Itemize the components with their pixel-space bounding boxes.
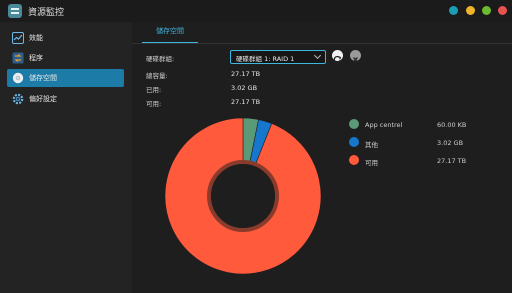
disk-group-select[interactable]: 硬碟群組 1: RAID 1	[230, 50, 326, 64]
refresh-icon	[333, 55, 342, 64]
free-label: 可用:	[146, 100, 162, 108]
storage-disk-icon	[12, 72, 24, 84]
legend-swatch-free	[349, 155, 359, 165]
performance-chart-icon	[12, 32, 24, 44]
teal-window-button[interactable]	[449, 6, 458, 15]
sidebar-item-label: 偏好設定	[29, 95, 57, 103]
main-panel: 儲存空間 硬碟群組: 硬碟群組 1: RAID 1 總容量: 27.17 TB …	[132, 22, 512, 293]
legend-value-other: 3.02 GB	[437, 139, 464, 147]
chevron-down-icon	[313, 51, 322, 60]
process-icon	[12, 52, 24, 64]
sidebar-item-storage[interactable]: 儲存空間	[7, 69, 124, 87]
close-icon	[353, 57, 358, 62]
sidebar-item-label: 儲存空間	[29, 74, 57, 82]
legend-label-app-centrel: App centrel	[365, 121, 403, 129]
close-button[interactable]	[498, 6, 507, 15]
legend-label-other: 其他	[365, 141, 378, 149]
sidebar-item-processes[interactable]: 程序	[7, 49, 124, 67]
donut-hole	[211, 164, 275, 228]
sidebar: 效能 程序 儲存空間 偏好設定	[0, 22, 132, 293]
sidebar-item-label: 效能	[29, 34, 43, 42]
refresh-button[interactable]	[332, 50, 343, 64]
tab-storage[interactable]: 儲存空間	[142, 26, 198, 44]
used-label: 已用:	[146, 86, 162, 94]
legend-swatch-app-centrel	[349, 119, 359, 129]
storage-donut-chart	[164, 117, 322, 275]
free-value: 27.17 TB	[231, 98, 261, 106]
sidebar-item-preferences[interactable]: 偏好設定	[7, 90, 124, 108]
gear-icon	[12, 93, 24, 105]
legend-value-free: 27.17 TB	[437, 157, 467, 165]
legend-swatch-other	[349, 137, 359, 147]
disk-group-label: 硬碟群組:	[146, 55, 175, 63]
maximize-button[interactable]	[482, 6, 491, 15]
minimize-button[interactable]	[466, 6, 475, 15]
tab-divider	[132, 43, 512, 44]
sidebar-item-label: 程序	[29, 54, 43, 62]
cancel-button[interactable]	[350, 50, 361, 62]
title-bar: 資源監控	[0, 0, 512, 22]
resource-monitor-app-icon	[8, 4, 22, 18]
window-title: 資源監控	[28, 8, 65, 18]
disk-group-selected-value: 硬碟群組 1: RAID 1	[236, 55, 295, 63]
total-capacity-value: 27.17 TB	[231, 70, 261, 78]
sidebar-item-performance[interactable]: 效能	[7, 29, 124, 47]
used-value: 3.02 GB	[231, 84, 258, 92]
total-capacity-label: 總容量:	[146, 72, 168, 80]
legend-label-free: 可用	[365, 159, 378, 167]
legend-value-app-centrel: 60.00 KB	[437, 121, 467, 129]
